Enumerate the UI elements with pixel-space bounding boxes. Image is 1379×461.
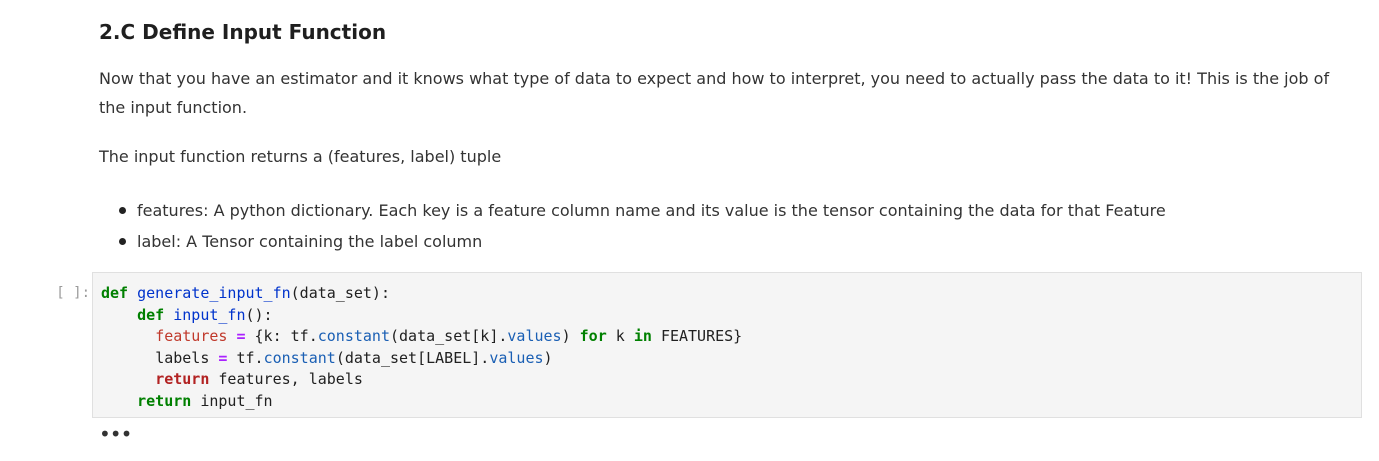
bullet-icon (119, 207, 126, 214)
code-text[interactable]: def generate_input_fn(data_set): def inp… (93, 273, 1361, 412)
keyword: return (137, 391, 192, 410)
attribute: constant (263, 348, 336, 367)
code-token: FEATURES} (660, 327, 743, 345)
code-editor[interactable]: def generate_input_fn(data_set): def inp… (92, 272, 1362, 418)
keyword: def (137, 305, 165, 324)
list-item-text: label: A Tensor containing the label col… (137, 232, 483, 251)
attribute: constant (317, 327, 390, 345)
intro-paragraph: Now that you have an estimator and it kn… (99, 69, 1330, 117)
function-name: input_fn (173, 305, 246, 324)
variable: labels (155, 348, 210, 367)
keyword: def (101, 284, 129, 302)
keyword: for (579, 327, 607, 345)
keyword: in (633, 327, 652, 345)
attribute: values (507, 327, 562, 345)
collapsed-output-icon[interactable]: ••• (99, 424, 132, 444)
operator: = (236, 327, 246, 345)
function-name: generate_input_fn (137, 284, 291, 302)
code-token: features, labels (218, 370, 363, 388)
attribute: values (489, 348, 544, 367)
markdown-cell[interactable]: 2.C Define Input Function Now that you h… (99, 18, 1349, 257)
bullet-icon (119, 238, 126, 245)
operator: = (218, 348, 228, 367)
code-token: (): (245, 305, 273, 324)
returns-paragraph: The input function returns a (features, … (99, 147, 502, 166)
list-item: label: A Tensor containing the label col… (119, 226, 1349, 257)
code-token: (data_set[LABEL]. (335, 348, 490, 367)
code-token: tf. (236, 348, 264, 367)
code-token: input_fn (200, 391, 273, 410)
code-token: k (615, 327, 625, 345)
code-token: (data_set): (290, 284, 390, 302)
keyword: return (155, 370, 210, 388)
section-heading: 2.C Define Input Function (99, 20, 387, 44)
bullet-list: features: A python dictionary. Each key … (99, 195, 1349, 257)
code-token: ) (543, 348, 553, 367)
list-item-text: features: A python dictionary. Each key … (137, 201, 1166, 220)
list-item: features: A python dictionary. Each key … (119, 195, 1349, 226)
cell-prompt: [ ]: (56, 285, 90, 301)
variable: features (155, 327, 228, 345)
code-token: {k: tf. (254, 327, 318, 345)
code-token: (data_set[k]. (390, 327, 508, 345)
code-token: ) (561, 327, 571, 345)
